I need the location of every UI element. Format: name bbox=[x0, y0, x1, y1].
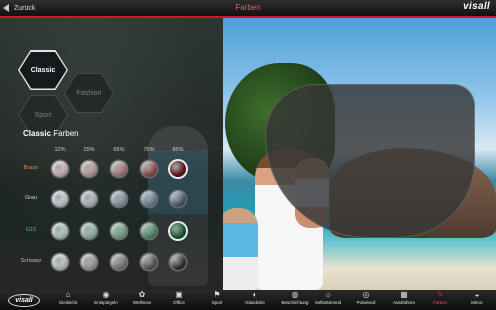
tint-swatch[interactable] bbox=[111, 191, 127, 207]
tint-level-header: 65% bbox=[113, 147, 125, 153]
category-classic[interactable]: Classic bbox=[18, 50, 68, 90]
toolbar-label: Sport bbox=[211, 300, 223, 305]
toolbar-icon: ✎ bbox=[436, 290, 444, 299]
tint-swatch[interactable] bbox=[170, 254, 186, 270]
brand-logo: visall bbox=[463, 1, 490, 12]
page-title: Farben bbox=[235, 3, 261, 12]
visall-home-logo[interactable]: visall bbox=[8, 294, 40, 307]
category-label: Fashion bbox=[76, 89, 102, 97]
toolbar-icon: ◐ bbox=[252, 290, 258, 299]
tint-level-header: 75% bbox=[143, 147, 155, 153]
toolbar-label: Mirror bbox=[471, 300, 483, 305]
toolbar-icon: ⚑ bbox=[213, 290, 221, 299]
toolbar-icon: ✿ bbox=[138, 290, 146, 299]
toolbar-label: Office bbox=[173, 300, 185, 305]
bottom-toolbar: visall ⌂ Gleitsicht ◉ Entspiegeln ✿ Wellness ▣… bbox=[0, 290, 496, 310]
color-panel: Classic Fashion Sport Classic Farben 12%… bbox=[0, 18, 223, 290]
toolbar-icon: ◎ bbox=[362, 290, 370, 299]
toolbar-item-polarised[interactable]: ◎ Polarised bbox=[347, 291, 385, 309]
tint-swatch[interactable] bbox=[52, 161, 68, 177]
toolbar-label: Gleitsicht bbox=[58, 300, 78, 305]
tint-swatch[interactable] bbox=[81, 223, 97, 239]
tint-swatch[interactable] bbox=[111, 254, 127, 270]
toolbar-label: Selbsttönend bbox=[314, 300, 342, 305]
toolbar-label: Farben bbox=[432, 300, 448, 305]
color-row-label: Braun bbox=[23, 165, 39, 171]
tint-level-header: 12% bbox=[54, 147, 66, 153]
toolbar-icon: ▦ bbox=[400, 290, 408, 299]
color-row-label: Grau bbox=[24, 195, 38, 201]
tint-swatch[interactable] bbox=[52, 254, 68, 270]
toolbar-item-entspiegeln[interactable]: ◉ Entspiegeln bbox=[87, 291, 125, 309]
tint-swatch[interactable] bbox=[81, 254, 97, 270]
tint-swatch[interactable] bbox=[141, 161, 157, 177]
toolbar-item-sport[interactable]: ⚑ Sport bbox=[198, 291, 236, 309]
tint-level-header: 85% bbox=[172, 147, 184, 153]
section-title: Classic Farben bbox=[23, 129, 79, 138]
tint-swatch[interactable] bbox=[170, 223, 186, 239]
tint-swatch[interactable] bbox=[52, 223, 68, 239]
tint-swatch[interactable] bbox=[81, 191, 97, 207]
toolbar-label: Wellness bbox=[132, 300, 152, 305]
tint-swatch[interactable] bbox=[141, 191, 157, 207]
toolbar-item-office[interactable]: ▣ Office bbox=[160, 291, 198, 309]
toolbar-icon: ◉ bbox=[102, 290, 110, 299]
tint-swatch[interactable] bbox=[81, 161, 97, 177]
tint-swatch[interactable] bbox=[141, 254, 157, 270]
tint-swatch[interactable] bbox=[141, 223, 157, 239]
toolbar-item-glasdicke[interactable]: ◐ Glasdicke bbox=[236, 291, 274, 309]
boy-figure bbox=[218, 208, 258, 290]
toolbar-item-autofahren[interactable]: ▦ Autofahren bbox=[385, 291, 423, 309]
toolbar-label: Autofahren bbox=[392, 300, 416, 305]
tint-swatch[interactable] bbox=[111, 223, 127, 239]
toolbar-icon: ⌂ bbox=[65, 290, 71, 299]
toolbar-label: Glasdicke bbox=[245, 300, 265, 305]
toolbar-icon: ◒ bbox=[474, 290, 480, 299]
toolbar-icon: ▣ bbox=[175, 290, 183, 299]
tint-level-header: 25% bbox=[83, 147, 95, 153]
top-bar: Zurück Farben visall bbox=[0, 0, 496, 18]
lens-simulation-view: Classic Fashion Sport Classic Farben 12%… bbox=[0, 18, 496, 290]
toolbar-item-gleitsicht[interactable]: ⌂ Gleitsicht bbox=[49, 291, 87, 309]
toolbar-label: Entspiegeln bbox=[94, 300, 118, 305]
category-label: Sport bbox=[34, 111, 52, 119]
color-row-label: Schwarz bbox=[20, 258, 42, 264]
toolbar-icon: ◍ bbox=[291, 290, 299, 299]
color-row-label: G15 bbox=[25, 227, 37, 233]
tint-swatch[interactable] bbox=[170, 161, 186, 177]
toolbar-icon: ☼ bbox=[324, 290, 332, 299]
tint-swatch[interactable] bbox=[111, 161, 127, 177]
toolbar-item-mirror[interactable]: ◒ Mirror bbox=[458, 291, 496, 309]
toolbar-item-farben[interactable]: ✎ Farben bbox=[421, 291, 459, 309]
tint-swatch[interactable] bbox=[52, 191, 68, 207]
toolbar-label: Polarised bbox=[356, 300, 376, 305]
category-fashion[interactable]: Fashion bbox=[64, 73, 114, 113]
category-label: Classic bbox=[30, 66, 56, 74]
toolbar-item-wellness[interactable]: ✿ Wellness bbox=[123, 291, 161, 309]
toolbar-item-selbstt-nend[interactable]: ☼ Selbsttönend bbox=[309, 291, 347, 309]
tint-swatch[interactable] bbox=[170, 191, 186, 207]
